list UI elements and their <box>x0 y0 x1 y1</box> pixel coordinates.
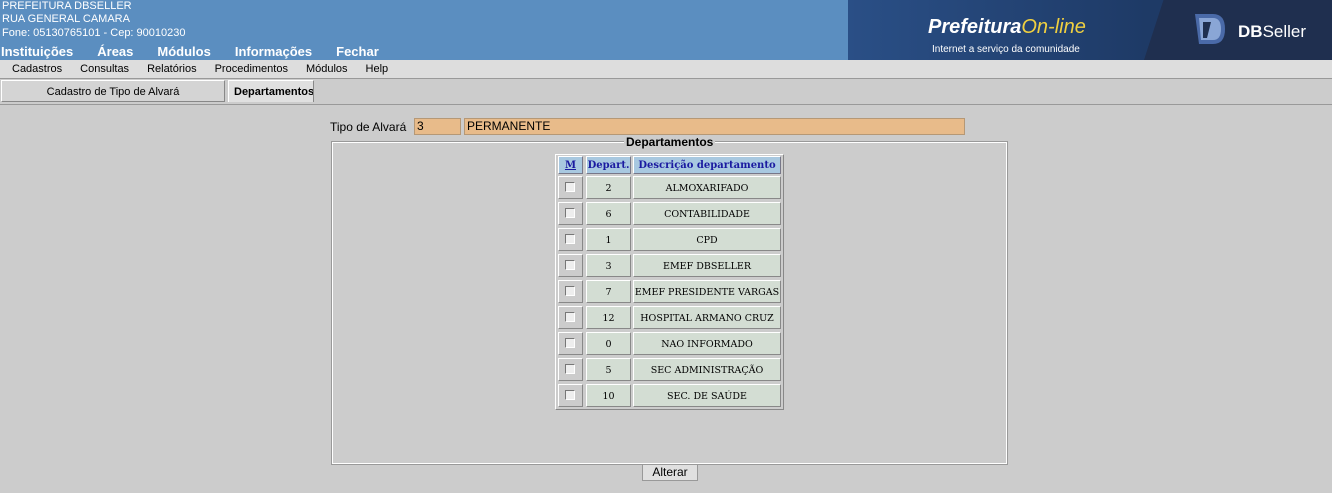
row-checkbox-cell <box>558 306 583 329</box>
row-depart-name: EMEF DBSELLER <box>633 254 781 277</box>
tipo-alvara-desc-field[interactable]: PERMANENTE <box>464 118 965 135</box>
row-depart-code: 10 <box>586 384 631 407</box>
column-header-mark[interactable]: M <box>558 156 583 174</box>
row-checkbox-cell <box>558 202 583 225</box>
row-depart-name: CPD <box>633 228 781 251</box>
menu-modulos[interactable]: Módulos <box>157 44 210 59</box>
row-checkbox-cell <box>558 358 583 381</box>
main-menu: Instituições Áreas Módulos Informações F… <box>1 44 403 59</box>
submenu-consultas[interactable]: Consultas <box>80 60 129 78</box>
logo-tagline: Internet a serviço da comunidade <box>932 44 1080 55</box>
menu-fechar[interactable]: Fechar <box>336 44 379 59</box>
tab-divider <box>0 104 1332 105</box>
institution-info: PREFEITURA DBSELLER RUA GENERAL CAMARA F… <box>2 0 186 40</box>
row-depart-name: HOSPITAL ARMANO CRUZ <box>633 306 781 329</box>
row-checkbox[interactable] <box>565 208 575 218</box>
row-depart-code: 0 <box>586 332 631 355</box>
row-checkbox-cell <box>558 228 583 251</box>
departamentos-legend: Departamentos <box>624 135 716 149</box>
row-checkbox-cell <box>558 176 583 199</box>
dbseller-logo-icon <box>1195 14 1225 44</box>
menu-instituicoes[interactable]: Instituições <box>1 44 73 59</box>
row-depart-code: 7 <box>586 280 631 303</box>
menu-areas[interactable]: Áreas <box>97 44 133 59</box>
row-depart-name: ALMOXARIFADO <box>633 176 781 199</box>
row-depart-code: 1 <box>586 228 631 251</box>
submenu-help[interactable]: Help <box>366 60 389 78</box>
row-checkbox[interactable] <box>565 182 575 192</box>
tab-departamentos[interactable]: Departamentos <box>228 80 314 102</box>
tipo-alvara-code-field[interactable]: 3 <box>414 118 461 135</box>
column-header-descricao: Descrição departamento <box>633 156 781 174</box>
prefeitura-online-logo: PrefeituraOn-line <box>928 16 1086 38</box>
row-depart-code: 2 <box>586 176 631 199</box>
institution-name: PREFEITURA DBSELLER <box>2 0 132 12</box>
row-depart-code: 5 <box>586 358 631 381</box>
row-depart-code: 12 <box>586 306 631 329</box>
brand-banner: PrefeituraOn-line Internet a serviço da … <box>848 0 1332 60</box>
row-depart-name: EMEF PRESIDENTE VARGAS <box>633 280 781 303</box>
alterar-button[interactable]: Alterar <box>642 464 698 481</box>
row-checkbox[interactable] <box>565 260 575 270</box>
institution-address: RUA GENERAL CAMARA <box>2 13 130 26</box>
menu-informacoes[interactable]: Informações <box>235 44 312 59</box>
row-depart-code: 3 <box>586 254 631 277</box>
tipo-alvara-label: Tipo de Alvará <box>330 120 407 134</box>
row-checkbox[interactable] <box>565 338 575 348</box>
row-depart-name: NAO INFORMADO <box>633 332 781 355</box>
row-checkbox[interactable] <box>565 390 575 400</box>
row-checkbox[interactable] <box>565 312 575 322</box>
row-depart-code: 6 <box>586 202 631 225</box>
row-depart-name: SEC ADMINISTRAÇÃO <box>633 358 781 381</box>
row-checkbox[interactable] <box>565 234 575 244</box>
submenu-cadastros[interactable]: Cadastros <box>12 60 62 78</box>
row-checkbox[interactable] <box>565 286 575 296</box>
dbseller-logo-text: DBSeller <box>1238 22 1307 41</box>
row-depart-name: SEC. DE SAÚDE <box>633 384 781 407</box>
submenu-procedimentos[interactable]: Procedimentos <box>215 60 288 78</box>
row-depart-name: CONTABILIDADE <box>633 202 781 225</box>
column-header-depart: Depart. <box>586 156 631 174</box>
row-checkbox[interactable] <box>565 364 575 374</box>
submenu-relatorios[interactable]: Relatórios <box>147 60 197 78</box>
submenu-modulos[interactable]: Módulos <box>306 60 348 78</box>
sub-menu: Cadastros Consultas Relatórios Procedime… <box>0 60 1332 79</box>
row-checkbox-cell <box>558 254 583 277</box>
app-header: PREFEITURA DBSELLER RUA GENERAL CAMARA F… <box>0 0 1332 60</box>
row-checkbox-cell <box>558 332 583 355</box>
row-checkbox-cell <box>558 280 583 303</box>
tab-cadastro-tipo-alvara[interactable]: Cadastro de Tipo de Alvará <box>1 80 225 102</box>
institution-contact: Fone: 05130765101 - Cep: 90010230 <box>2 26 186 39</box>
row-checkbox-cell <box>558 384 583 407</box>
